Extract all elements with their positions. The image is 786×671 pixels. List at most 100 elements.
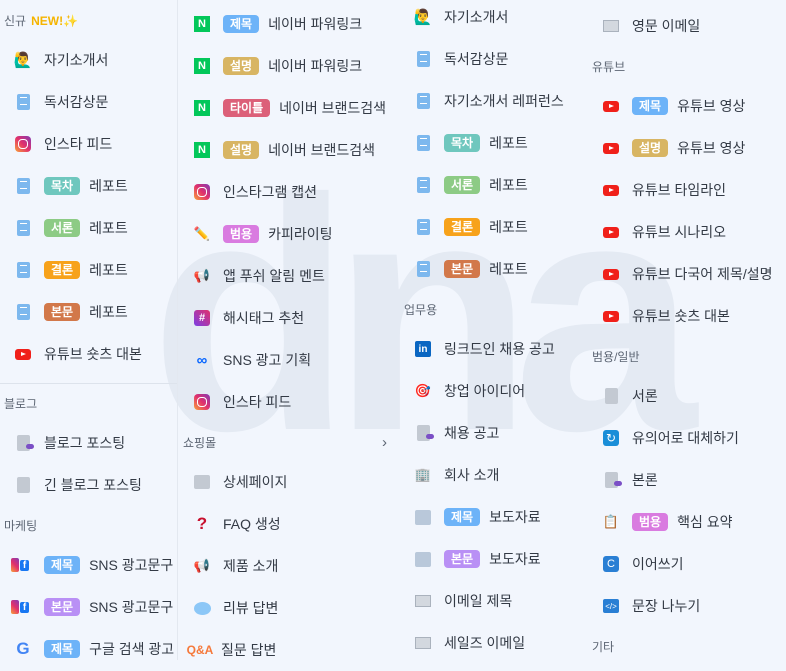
menu-item[interactable]: G 제목 구글 검색 광고 bbox=[0, 628, 177, 670]
menu-item-label: 영문 이메일 bbox=[632, 18, 701, 34]
menu-item[interactable]: 유튜브 다국어 제목/설명 bbox=[588, 253, 786, 295]
menu-item[interactable]: 📢 제품 소개 bbox=[179, 545, 399, 587]
tag-badge: 제목 bbox=[44, 556, 81, 574]
menu-item[interactable]: 상세페이지 bbox=[179, 461, 399, 503]
menu-item[interactable]: 🙋‍♂️ 자기소개서 bbox=[0, 39, 177, 81]
menu-item[interactable]: </> 문장 나누기 bbox=[588, 585, 786, 627]
menu-item[interactable]: 본문 보도자료 bbox=[400, 538, 588, 580]
menu-item[interactable]: N 설명 네이버 파워링크 bbox=[179, 45, 399, 87]
menu-item-label: 유의어로 대체하기 bbox=[632, 430, 739, 446]
linkedin-icon: in bbox=[414, 340, 432, 358]
menu-item-label: 레포트 bbox=[489, 261, 528, 277]
menu-item[interactable]: 리뷰 답변 bbox=[179, 587, 399, 629]
menu-item[interactable]: 제목 보도자료 bbox=[400, 496, 588, 538]
menu-item[interactable]: 유튜브 타임라인 bbox=[588, 169, 786, 211]
menu-item[interactable]: 채용 공고 bbox=[400, 412, 588, 454]
menu-item[interactable]: Q&A 질문 답변 bbox=[179, 629, 399, 671]
menu-item[interactable]: 본문 레포트 bbox=[400, 248, 588, 290]
menu-item[interactable]: N 제목 네이버 파워링크 bbox=[179, 3, 399, 45]
section-divider bbox=[0, 375, 177, 384]
section-header-title: 업무용 bbox=[404, 301, 437, 318]
tag-badge: 서론 bbox=[44, 219, 81, 237]
section-header[interactable]: 쇼핑몰 › bbox=[179, 423, 399, 461]
menu-item[interactable]: f 본문 SNS 광고문구 bbox=[0, 586, 177, 628]
menu-item[interactable]: 서론 bbox=[588, 375, 786, 417]
menu-item-label: 해시태그 추천 bbox=[223, 310, 305, 326]
menu-item[interactable]: 목차 레포트 bbox=[0, 165, 177, 207]
tag-badge: 서론 bbox=[444, 176, 481, 194]
menu-item[interactable]: 블로그 포스팅 bbox=[0, 422, 177, 464]
menu-item-label: 구글 검색 광고 bbox=[89, 641, 175, 657]
blog-icon bbox=[414, 424, 434, 442]
menu-item[interactable]: C 이어쓰기 bbox=[588, 543, 786, 585]
menu-item[interactable]: ? FAQ 생성 bbox=[179, 503, 399, 545]
menu-item[interactable]: 설명 유튜브 영상 bbox=[588, 127, 786, 169]
megaphone-icon: 📢 bbox=[193, 268, 211, 283]
section-header: 범용/일반 bbox=[588, 337, 786, 375]
menu-item[interactable]: 독서감상문 bbox=[400, 38, 588, 80]
menu-item[interactable]: 결론 레포트 bbox=[400, 206, 588, 248]
menu-column-1: 신규 NEW!✨ 🙋‍♂️ 자기소개서 독서감상문 인스타 피드 목차 레포트 서론 레포트 결론 레… bbox=[0, 0, 178, 660]
menu-item[interactable]: ✏️ 범용 카피라이팅 bbox=[179, 213, 399, 255]
menu-item-label: 레포트 bbox=[89, 178, 128, 194]
speech-bubble-icon bbox=[193, 599, 211, 617]
menu-item[interactable]: 이메일 제목 bbox=[400, 580, 588, 622]
menu-item[interactable]: 인스타 피드 bbox=[179, 381, 399, 423]
menu-item[interactable]: 독서감상문 bbox=[0, 81, 177, 123]
menu-item-label: 네이버 파워링크 bbox=[268, 16, 363, 32]
menu-item[interactable]: 본문 레포트 bbox=[0, 291, 177, 333]
menu-item[interactable]: 세일즈 이메일 bbox=[400, 622, 588, 664]
menu-item[interactable]: ↻ 유의어로 대체하기 bbox=[588, 417, 786, 459]
menu-item[interactable]: 긴 블로그 포스팅 bbox=[0, 464, 177, 506]
blog-icon bbox=[14, 434, 34, 452]
naver-icon: N bbox=[193, 57, 211, 75]
menu-item[interactable]: 유튜브 시나리오 bbox=[588, 211, 786, 253]
menu-item[interactable]: 서론 레포트 bbox=[0, 207, 177, 249]
menu-item[interactable]: 목차 레포트 bbox=[400, 122, 588, 164]
menu-item[interactable]: 본론 bbox=[588, 459, 786, 501]
menu-item[interactable]: N 타이틀 네이버 브랜드검색 bbox=[179, 87, 399, 129]
section-header-label: 신규 bbox=[4, 13, 27, 28]
section-header-title: 신규 NEW!✨ bbox=[4, 12, 78, 29]
person-icon: 🙋‍♂️ bbox=[13, 52, 33, 69]
menu-item-label: 레포트 bbox=[489, 135, 528, 151]
menu-item[interactable]: 🏢 회사 소개 bbox=[400, 454, 588, 496]
clipboard-icon: 📋 bbox=[602, 514, 620, 529]
menu-item[interactable]: N 설명 네이버 브랜드검색 bbox=[179, 129, 399, 171]
menu-item[interactable]: 인스타 피드 bbox=[0, 123, 177, 165]
menu-item-label: 유튜브 다국어 제목/설명 bbox=[632, 266, 773, 282]
menu-item[interactable]: 영문 이메일 bbox=[588, 5, 786, 47]
section-header-label: 기타 bbox=[592, 639, 615, 654]
tag-badge: 제목 bbox=[632, 97, 669, 115]
menu-item-label: 자기소개서 레퍼런스 bbox=[444, 93, 564, 109]
menu-item-label: FAQ 생성 bbox=[223, 516, 281, 532]
menu-item[interactable]: f 제목 SNS 광고문구 bbox=[0, 544, 177, 586]
menu-item-label: 서론 bbox=[632, 388, 658, 404]
sns-icon: f bbox=[8, 556, 32, 574]
menu-item[interactable]: 인스타그램 캡션 bbox=[179, 171, 399, 213]
instagram-icon bbox=[193, 393, 211, 411]
menu-item[interactable]: 결론 레포트 bbox=[0, 249, 177, 291]
continue-icon: C bbox=[602, 555, 620, 573]
menu-item[interactable]: in 링크드인 채용 공고 bbox=[400, 328, 588, 370]
newspaper-icon bbox=[414, 550, 432, 568]
file-icon bbox=[602, 387, 620, 405]
menu-item[interactable]: 🙋‍♂️ 자기소개서 bbox=[400, 0, 588, 38]
menu-item[interactable]: 🎯 창업 아이디어 bbox=[400, 370, 588, 412]
menu-item[interactable]: 서론 레포트 bbox=[400, 164, 588, 206]
menu-item[interactable]: 📋 범용 핵심 요약 bbox=[588, 501, 786, 543]
menu-item[interactable]: ∞ SNS 광고 기획 bbox=[179, 339, 399, 381]
menu-item[interactable]: 제목 유튜브 영상 bbox=[588, 85, 786, 127]
menu-item-label: 이어쓰기 bbox=[632, 556, 684, 572]
youtube-icon bbox=[602, 139, 620, 157]
doc-icon bbox=[414, 92, 432, 110]
tag-badge: 본문 bbox=[44, 303, 81, 321]
menu-item[interactable]: 유튜브 숏츠 대본 bbox=[588, 295, 786, 337]
menu-item[interactable]: 📢 앱 푸쉬 알림 멘트 bbox=[179, 255, 399, 297]
menu-item[interactable]: 유튜브 숏츠 대본 bbox=[0, 333, 177, 375]
section-header: 마케팅 bbox=[0, 506, 177, 544]
menu-item[interactable]: 자기소개서 레퍼런스 bbox=[400, 80, 588, 122]
chevron-right-icon[interactable]: › bbox=[382, 434, 387, 451]
menu-item[interactable]: # 해시태그 추천 bbox=[179, 297, 399, 339]
menu-item-label: 레포트 bbox=[89, 304, 128, 320]
